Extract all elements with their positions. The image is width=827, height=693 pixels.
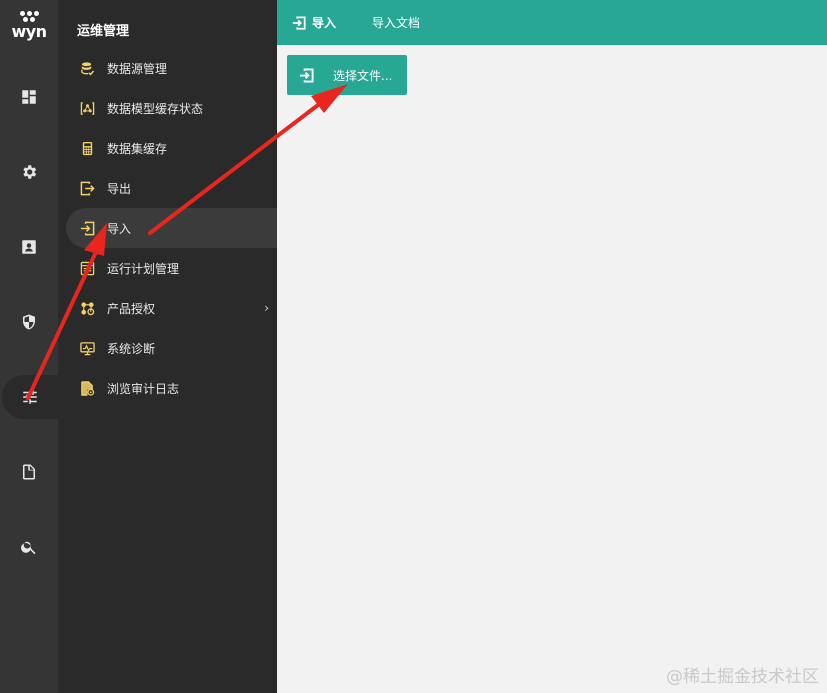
menu-item-label: 运行计划管理	[107, 261, 180, 276]
rail-item-dashboard[interactable]	[0, 75, 58, 119]
rail-item-users[interactable]	[0, 225, 58, 269]
menu-item-label: 导入	[107, 221, 132, 236]
shield-icon	[23, 314, 35, 330]
license-icon	[79, 300, 95, 316]
audit-log-icon	[79, 380, 95, 396]
import-icon	[299, 67, 314, 83]
rail-item-documents[interactable]	[0, 450, 58, 494]
menu-item-label: 数据源管理	[107, 61, 168, 76]
model-cache-icon	[79, 100, 95, 116]
chevron-right-icon: ›	[264, 301, 269, 315]
import-icon	[79, 220, 95, 236]
tab-import-documents-label: 导入文档	[372, 16, 421, 30]
export-icon	[79, 180, 95, 196]
rail-item-search[interactable]	[0, 525, 58, 569]
select-file-label: 选择文件...	[333, 68, 393, 83]
menu-item-datasource[interactable]: 数据源管理	[58, 48, 277, 88]
tab-import-documents[interactable]: 导入文档	[372, 0, 420, 45]
submenu-title: 运维管理	[77, 24, 130, 39]
menu-item-schedule[interactable]: 运行计划管理	[58, 248, 277, 288]
sliders-icon	[23, 390, 37, 404]
menu-item-model-cache-status[interactable]: 数据模型缓存状态	[58, 88, 277, 128]
gear-icon	[23, 165, 37, 179]
menu-item-label: 系统诊断	[107, 341, 156, 356]
menu-item-label: 数据模型缓存状态	[107, 101, 204, 116]
icon-rail: wyn	[0, 0, 58, 693]
menu-item-diagnostics[interactable]: 系统诊断	[58, 328, 277, 368]
menu-item-dataset-cache[interactable]: 数据集缓存	[58, 128, 277, 168]
rail-item-settings[interactable]	[0, 150, 58, 194]
calculator-icon	[79, 140, 95, 156]
top-tab-bar: 导入 导入文档	[277, 0, 827, 45]
menu-item-label: 产品授权	[107, 301, 156, 316]
select-file-button[interactable]: 选择文件...	[287, 55, 407, 95]
menu-item-license[interactable]: 产品授权 ›	[58, 288, 277, 328]
wyn-logo[interactable]: wyn	[0, 8, 58, 48]
operations-submenu: 运维管理 数据源管理 数据模型缓存状态 数据集缓存 导出 导入 运行计划管理 产…	[58, 0, 277, 693]
document-icon	[23, 464, 35, 480]
monitor-icon	[79, 340, 95, 356]
menu-item-label: 浏览审计日志	[107, 381, 180, 396]
contact-card-icon	[22, 240, 36, 254]
rail-item-security[interactable]	[0, 300, 58, 344]
menu-item-label: 导出	[107, 181, 132, 196]
search-icon	[21, 541, 36, 555]
schedule-icon	[79, 260, 95, 276]
menu-item-audit-log[interactable]: 浏览审计日志	[58, 368, 277, 408]
menu-item-label: 数据集缓存	[107, 141, 168, 156]
dashboard-icon	[22, 90, 36, 104]
rail-item-operations[interactable]	[2, 375, 58, 419]
database-icon	[79, 60, 95, 76]
menu-item-export[interactable]: 导出	[58, 168, 277, 208]
tab-import[interactable]: 导入	[292, 0, 336, 45]
watermark: @稀土掘金技术社区	[666, 667, 819, 687]
tab-import-label: 导入	[312, 16, 337, 30]
logo-text: wyn	[11, 22, 47, 41]
import-icon	[292, 15, 306, 30]
menu-item-import[interactable]: 导入	[66, 208, 277, 248]
